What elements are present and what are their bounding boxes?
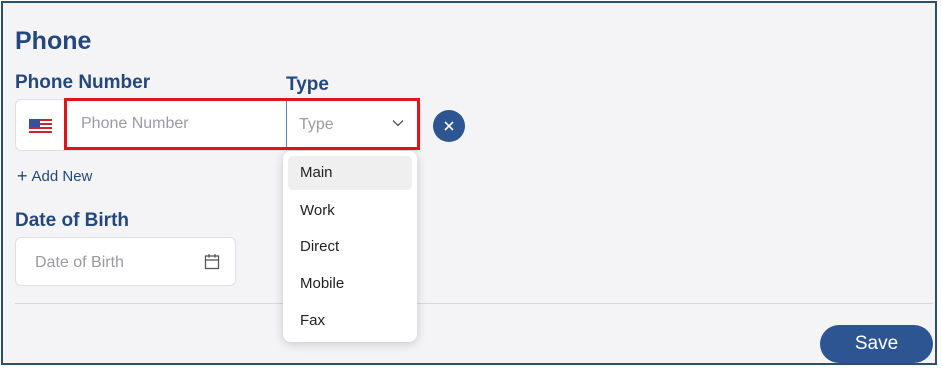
dropdown-option-main[interactable]: Main	[288, 156, 412, 190]
close-icon	[444, 121, 454, 131]
type-label: Type	[286, 74, 329, 95]
type-dropdown-menu: Main Work Direct Mobile Fax	[283, 151, 417, 342]
us-flag-icon[interactable]	[29, 119, 52, 133]
plus-icon: +	[17, 166, 28, 186]
section-title: Phone	[15, 27, 92, 55]
date-of-birth-placeholder: Date of Birth	[35, 254, 124, 271]
phone-number-input[interactable]	[67, 101, 285, 147]
remove-phone-button[interactable]	[433, 110, 465, 142]
calendar-icon[interactable]	[204, 253, 220, 270]
divider	[15, 303, 933, 304]
type-select[interactable]: Type	[286, 101, 417, 147]
dropdown-option-mobile[interactable]: Mobile	[288, 267, 412, 301]
dropdown-option-fax[interactable]: Fax	[288, 304, 412, 338]
date-of-birth-field[interactable]: Date of Birth	[15, 237, 236, 286]
add-new-phone-button[interactable]: + Add New	[17, 166, 92, 187]
dropdown-option-direct[interactable]: Direct	[288, 230, 412, 264]
type-select-placeholder: Type	[299, 116, 334, 133]
dropdown-option-work[interactable]: Work	[288, 194, 412, 228]
phone-panel: Phone Phone Number Type Type +Add New Da…	[1, 1, 937, 365]
phone-number-label: Phone Number	[15, 72, 151, 93]
save-button[interactable]: Save	[820, 325, 933, 363]
date-of-birth-label: Date of Birth	[15, 210, 129, 231]
chevron-down-icon	[392, 120, 404, 127]
add-new-label: Add New	[31, 168, 93, 185]
